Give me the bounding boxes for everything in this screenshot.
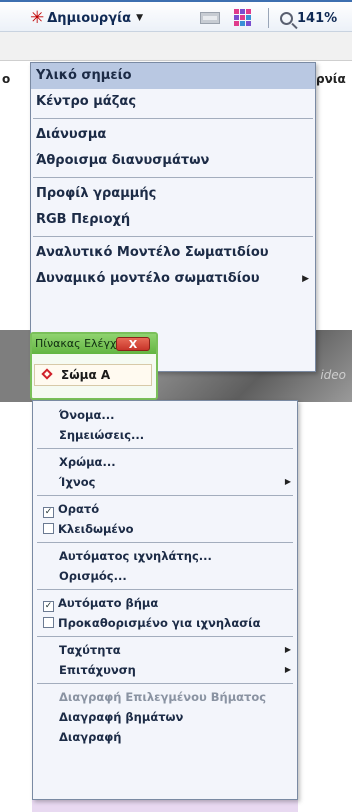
menu-item-acceleration[interactable]: Επιτάχυνση ▶ (33, 660, 297, 680)
asterisk-icon: ✳ (30, 7, 45, 28)
menu-item-label: Επιτάχυνση (59, 663, 136, 677)
menu-item-vector[interactable]: Διάνυσμα (31, 122, 315, 148)
menu-item-delete-selected-step: Διαγραφή Επιλεγμένου Βήματος (59, 690, 267, 704)
create-label: Δημιουργία (47, 10, 132, 26)
toolbar: ✳ Δημιουργία ▼ 141% (0, 0, 352, 32)
menu-separator (37, 448, 293, 449)
menu-separator (37, 636, 293, 637)
checkbox-checked-icon: ✓ (43, 601, 54, 612)
menu-item-label: Ίχνος (59, 475, 96, 489)
menu-item-rgb-region[interactable]: RGB Περιοχή (31, 207, 315, 233)
menu-item-autotracker[interactable]: Αυτόματος ιχνηλάτης... (33, 546, 297, 566)
clip-settings-icon[interactable] (200, 12, 220, 24)
create-menu-button[interactable]: ✳ Δημιουργία ▼ (30, 7, 143, 29)
menu-separator (33, 177, 313, 178)
background-panel (0, 330, 30, 402)
menu-item-dynamic-particle-model[interactable]: Δυναμικό μοντέλο σωματιδίου ▶ (31, 266, 315, 292)
zoom-icon (280, 11, 293, 25)
menu-item-visible[interactable]: ✓ Ορατό (33, 499, 297, 519)
create-menu: Υλικό σημείο Κέντρο μάζας Διάνυσμα Άθροι… (30, 62, 316, 372)
menu-item-color[interactable]: Χρώμα... (33, 452, 297, 472)
menu-separator (37, 495, 293, 496)
submenu-arrow-icon: ▶ (284, 477, 291, 486)
menu-separator (33, 118, 313, 119)
menu-item-center-of-mass[interactable]: Κέντρο μάζας (31, 89, 315, 115)
menu-item-autostep[interactable]: ✓ Αυτόματο βήμα (33, 593, 297, 613)
submenu-arrow-icon: ▶ (284, 645, 291, 654)
menu-separator (37, 683, 293, 684)
menu-item-point-mass[interactable]: Υλικό σημείο (31, 63, 315, 89)
menu-item-label: Αυτόματο βήμα (58, 596, 159, 610)
background-label-left: ο (2, 72, 11, 86)
toolbar-separator (268, 8, 269, 28)
menu-item-locked[interactable]: Κλειδωμένο (33, 519, 297, 539)
checkbox-unchecked-icon (43, 523, 54, 534)
color-grid-icon[interactable] (232, 7, 254, 27)
menu-item-label: Κλειδωμένο (58, 522, 134, 536)
track-button[interactable]: Σώμα Α (34, 364, 152, 386)
menu-item-define[interactable]: Ορισμός... (33, 566, 297, 586)
bottom-strip (32, 800, 298, 812)
zoom-level: 141% (297, 10, 338, 26)
checkbox-unchecked-icon (43, 617, 54, 628)
menu-item-notes[interactable]: Σημειώσεις... (33, 425, 297, 445)
panel-titlebar[interactable]: Πίνακας Ελέγχο... X (32, 334, 156, 354)
menu-item-name[interactable]: Όνομα... (33, 405, 297, 425)
menu-item-vector-sum[interactable]: Άθροισμα διανυσμάτων (31, 148, 315, 174)
menu-item-velocity[interactable]: Ταχύτητα ▶ (33, 640, 297, 660)
control-panel: Πίνακας Ελέγχο... X Σώμα Α (30, 332, 158, 400)
diamond-icon (41, 368, 53, 380)
menu-item-line-profile[interactable]: Προφίλ γραμμής (31, 181, 315, 207)
close-button[interactable]: X (116, 337, 150, 351)
tab-strip (0, 32, 352, 61)
menu-item-analytic-particle-model[interactable]: Αναλυτικό Μοντέλο Σωματιδίου (31, 240, 315, 266)
menu-item-label: Δυναμικό μοντέλο σωματιδίου (36, 271, 260, 286)
zoom-control[interactable]: 141% (280, 7, 337, 29)
dropdown-arrow-icon: ▼ (136, 13, 143, 23)
submenu-arrow-icon: ▶ (302, 274, 309, 284)
track-context-menu: Όνομα... Σημειώσεις... Χρώμα... Ίχνος ▶ … (32, 400, 298, 800)
menu-separator (33, 236, 313, 237)
menu-separator (37, 589, 293, 590)
track-name: Σώμα Α (61, 368, 111, 382)
menu-item-label: Προκαθορισμένο για ιχνηλασία (58, 616, 261, 630)
submenu-arrow-icon: ▶ (284, 665, 291, 674)
checkbox-checked-icon: ✓ (43, 507, 54, 518)
menu-item-delete[interactable]: Διαγραφή (33, 727, 297, 747)
menu-item-delete-steps[interactable]: Διαγραφή βημάτων (33, 707, 297, 727)
menu-item-preset-tracking[interactable]: Προκαθορισμένο για ιχνηλασία (33, 613, 297, 633)
background-label-right: ρνία (316, 72, 346, 86)
menu-item-label: Ορατό (58, 502, 100, 516)
menu-item-trace[interactable]: Ίχνος ▶ (33, 472, 297, 492)
menu-item-label: Ταχύτητα (59, 643, 121, 657)
menu-separator (37, 542, 293, 543)
video-watermark: ideo (320, 368, 346, 382)
